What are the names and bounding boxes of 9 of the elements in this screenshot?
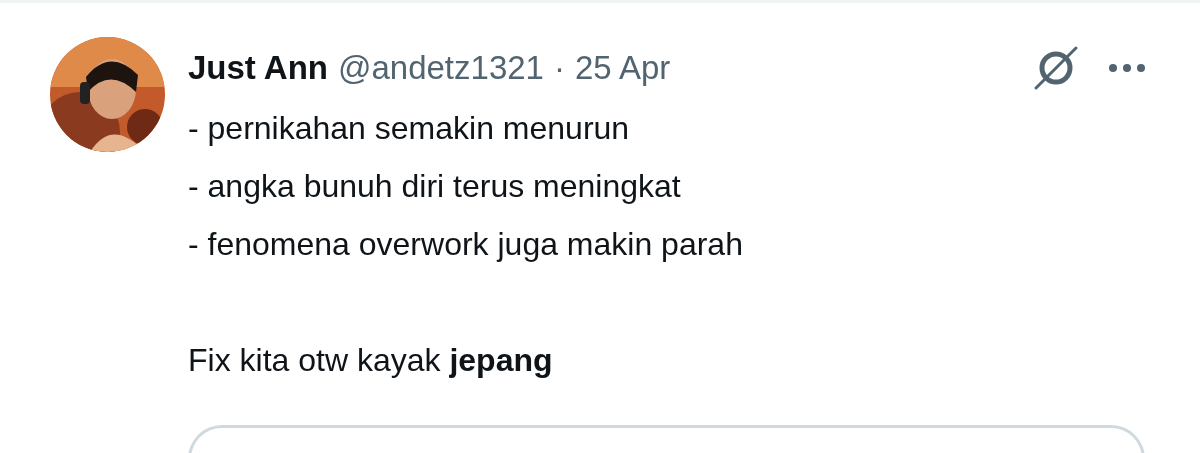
separator: · — [553, 49, 565, 87]
post-text: Fix kita otw kayak jepang — [188, 341, 554, 380]
post-text: - angka bunuh diri terus meningkat — [188, 167, 682, 206]
post-time[interactable]: 25 Apr — [574, 49, 671, 87]
author-handle[interactable]: @andetz1321 — [337, 49, 544, 87]
post-text: - pernikahan semakin menurun — [188, 109, 631, 148]
post-text: - fenomena overwork juga makin parah — [188, 225, 744, 264]
author-name[interactable]: Just Ann — [188, 49, 328, 87]
more-icon[interactable] — [1109, 64, 1145, 72]
